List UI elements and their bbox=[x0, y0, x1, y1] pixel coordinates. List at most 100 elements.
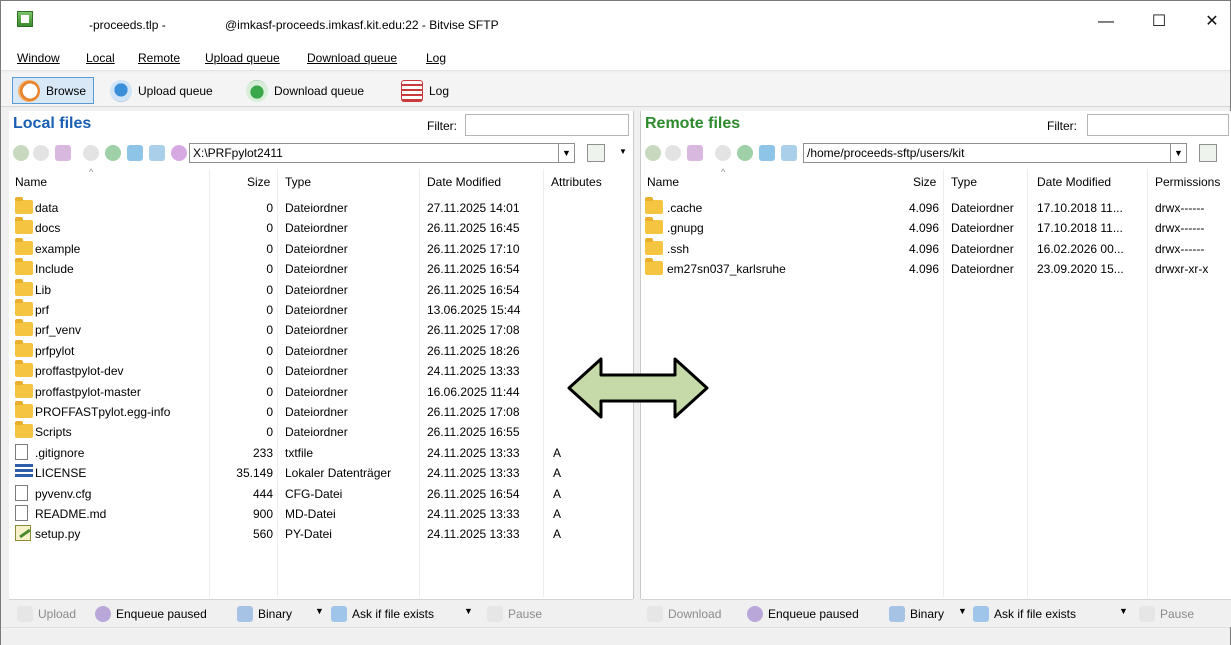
log-label: Log bbox=[429, 83, 450, 98]
new-folder-icon[interactable] bbox=[781, 145, 797, 161]
col-type-header[interactable]: Type bbox=[285, 175, 311, 189]
local-view-dropdown-icon[interactable]: ▼ bbox=[619, 147, 627, 156]
binary-dropdown-icon[interactable]: ▼ bbox=[315, 606, 324, 616]
table-row[interactable]: proffastpylot-dev 0 Dateiordner 24.11.2025 … bbox=[9, 360, 633, 381]
table-row[interactable]: Lib 0 Dateiordner 26.11.2025 16:54 bbox=[9, 278, 633, 300]
parent-folder-icon[interactable] bbox=[55, 145, 71, 161]
file-exists-button[interactable]: Ask if file exists bbox=[331, 606, 434, 622]
table-row[interactable]: .gnupg 4.096 Dateiordner 17.10.2018 11... dr… bbox=[641, 217, 1231, 238]
upload-queue-button[interactable]: Upload queue bbox=[105, 77, 218, 104]
menu-local[interactable]: Local bbox=[86, 51, 115, 65]
remote-filter-input[interactable] bbox=[1087, 114, 1229, 136]
forward-icon[interactable] bbox=[665, 145, 681, 161]
table-row[interactable]: setup.py 560 PY-Datei 24.11.2025 13:33 A bbox=[9, 524, 633, 544]
maximize-button[interactable]: ☐ bbox=[1144, 11, 1174, 33]
col-attributes-header[interactable]: Attributes bbox=[551, 175, 602, 189]
col-size-header[interactable]: Size bbox=[913, 175, 936, 189]
table-row[interactable]: prfpylot 0 Dateiordner 26.11.2025 18:26 bbox=[9, 339, 633, 361]
file-date: 26.11.2025 18:26 bbox=[427, 343, 520, 358]
bookmark-icon[interactable] bbox=[171, 145, 187, 161]
folder-icon bbox=[15, 421, 33, 439]
binary-mode-button[interactable]: Binary bbox=[237, 606, 292, 622]
pause-circle-icon bbox=[747, 606, 763, 622]
table-row[interactable]: .gitignore 233 txtfile 24.11.2025 13:33 A bbox=[9, 443, 633, 463]
stop-icon[interactable] bbox=[715, 145, 731, 161]
stop-icon[interactable] bbox=[83, 145, 99, 161]
file-exists-button[interactable]: Ask if file exists bbox=[973, 606, 1076, 622]
home-icon[interactable] bbox=[127, 145, 143, 161]
table-row[interactable]: README.md 900 MD-Datei 24.11.2025 13:33 A bbox=[9, 504, 633, 524]
table-row[interactable]: example 0 Dateiordner 26.11.2025 17:10 bbox=[9, 237, 633, 259]
back-icon[interactable] bbox=[645, 145, 661, 161]
upload-button[interactable]: Upload bbox=[17, 606, 76, 622]
file-date: 26.11.2025 16:54 bbox=[427, 486, 520, 501]
download-button[interactable]: Download bbox=[647, 606, 721, 622]
new-folder-icon[interactable] bbox=[149, 145, 165, 161]
file-icon bbox=[15, 505, 28, 521]
menu-remote[interactable]: Remote bbox=[138, 51, 180, 65]
binary-mode-button[interactable]: Binary bbox=[889, 606, 944, 622]
back-icon[interactable] bbox=[13, 145, 29, 161]
table-row[interactable]: prf_venv 0 Dateiordner 26.11.2025 17:08 bbox=[9, 319, 633, 340]
table-row[interactable]: Scripts 0 Dateiordner 26.11.2025 16:55 bbox=[9, 421, 633, 442]
binary-dropdown-icon[interactable]: ▼ bbox=[958, 606, 967, 616]
pause-button[interactable]: Pause bbox=[1139, 606, 1194, 622]
enqueue-paused-button[interactable]: Enqueue paused bbox=[95, 606, 207, 622]
enqueue-paused-button[interactable]: Enqueue paused bbox=[747, 606, 859, 622]
table-row[interactable]: data 0 Dateiordner 27.11.2025 14:01 bbox=[9, 197, 633, 218]
menu-upload-queue[interactable]: Upload queue bbox=[205, 51, 280, 65]
menu-log[interactable]: Log bbox=[426, 51, 446, 65]
col-permissions-header[interactable]: Permissions bbox=[1155, 175, 1220, 189]
local-path-input[interactable]: X:\PRFpylot2411 bbox=[189, 143, 559, 163]
pane-splitter[interactable] bbox=[633, 111, 641, 599]
sftp-window: -proceeds.tlp - @imkasf-proceeds.imkasf.… bbox=[0, 0, 1231, 645]
file-size: 35.149 bbox=[236, 466, 273, 481]
minimize-button[interactable]: — bbox=[1091, 11, 1121, 33]
file-date: 24.11.2025 13:33 bbox=[427, 364, 520, 379]
table-row[interactable]: LICENSE 35.149 Lokaler Datenträger 24.11.20… bbox=[9, 463, 633, 483]
table-row[interactable]: .ssh 4.096 Dateiordner 16.02.2026 00... drwx… bbox=[641, 237, 1231, 259]
menu-download-queue[interactable]: Download queue bbox=[307, 51, 397, 65]
table-row[interactable]: Include 0 Dateiordner 26.11.2025 16:54 bbox=[9, 258, 633, 279]
file-exists-dropdown-icon[interactable]: ▼ bbox=[1119, 606, 1128, 616]
browse-button[interactable]: Browse bbox=[12, 77, 94, 104]
log-button[interactable]: Log bbox=[396, 77, 454, 104]
table-row[interactable]: prf 0 Dateiordner 13.06.2025 15:44 bbox=[9, 299, 633, 320]
table-row[interactable]: PROFFASTpylot.egg-info 0 Dateiordner 26.11.… bbox=[9, 401, 633, 422]
folder-icon bbox=[645, 258, 663, 276]
file-date: 24.11.2025 13:33 bbox=[427, 527, 520, 542]
file-name: .gitignore bbox=[35, 445, 85, 460]
file-name: setup.py bbox=[35, 527, 81, 542]
col-type-header[interactable]: Type bbox=[951, 175, 977, 189]
remote-view-mode-icon[interactable] bbox=[1199, 144, 1217, 162]
file-exists-dropdown-icon[interactable]: ▼ bbox=[464, 606, 473, 616]
col-date-header[interactable]: Date Modified bbox=[1037, 175, 1111, 189]
table-row[interactable]: em27sn037_karlsruhe 4.096 Dateiordner 23.09… bbox=[641, 258, 1231, 279]
remote-path-input[interactable]: /home/proceeds-sftp/users/kit bbox=[803, 143, 1171, 163]
table-row[interactable]: proffastpylot-master 0 Dateiordner 16.06.20… bbox=[9, 380, 633, 402]
file-size: 0 bbox=[266, 425, 273, 440]
table-row[interactable]: .cache 4.096 Dateiordner 17.10.2018 11... dr… bbox=[641, 197, 1231, 218]
local-view-mode-icon[interactable] bbox=[587, 144, 605, 162]
table-row[interactable]: pyvenv.cfg 444 CFG-Datei 26.11.2025 16:54 A bbox=[9, 484, 633, 504]
col-name-header[interactable]: Name bbox=[647, 175, 679, 189]
remote-path-dropdown[interactable]: ▼ bbox=[1170, 143, 1187, 163]
forward-icon[interactable] bbox=[33, 145, 49, 161]
menu-window[interactable]: Window bbox=[17, 51, 60, 65]
file-name: data bbox=[35, 201, 59, 215]
parent-folder-icon[interactable] bbox=[687, 145, 703, 161]
local-path-dropdown[interactable]: ▼ bbox=[558, 143, 575, 163]
local-filter-input[interactable] bbox=[465, 114, 629, 136]
col-name-header[interactable]: Name bbox=[15, 175, 47, 189]
home-icon[interactable] bbox=[759, 145, 775, 161]
download-queue-button[interactable]: Download queue bbox=[241, 77, 369, 104]
table-row[interactable]: docs 0 Dateiordner 26.11.2025 16:45 bbox=[9, 217, 633, 238]
double-arrow-icon bbox=[567, 357, 709, 419]
pause-button[interactable]: Pause bbox=[487, 606, 542, 622]
file-permissions: drwx------ bbox=[1155, 201, 1205, 215]
col-date-header[interactable]: Date Modified bbox=[427, 175, 501, 189]
refresh-icon[interactable] bbox=[737, 145, 753, 161]
col-size-header[interactable]: Size bbox=[247, 175, 270, 189]
refresh-icon[interactable] bbox=[105, 145, 121, 161]
close-button[interactable]: ✕ bbox=[1197, 11, 1227, 33]
